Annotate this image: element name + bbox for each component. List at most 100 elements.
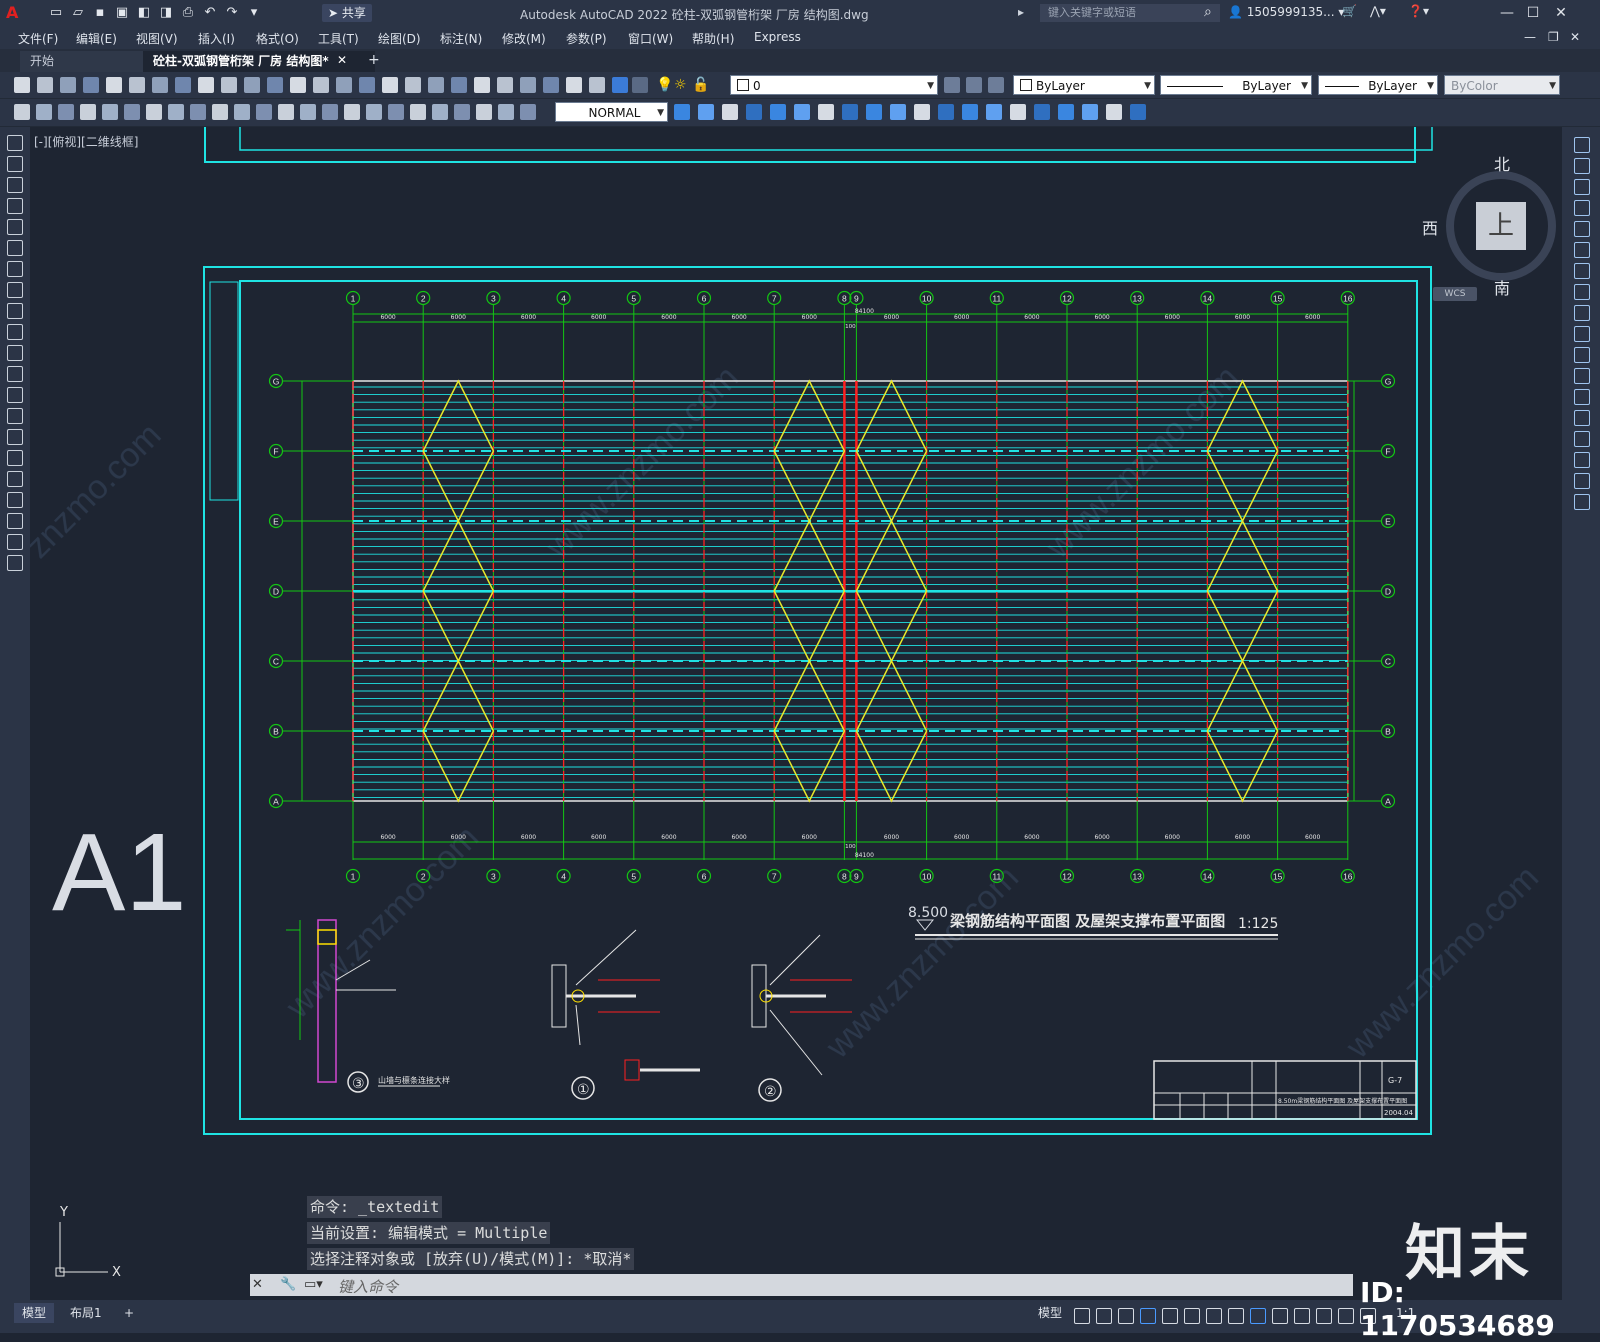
- publish-icon[interactable]: ◧: [136, 5, 152, 21]
- menu-insert[interactable]: 插入(I): [198, 30, 235, 47]
- dimension-tool-icon[interactable]: [366, 104, 382, 120]
- dimension-tool-icon[interactable]: [344, 104, 360, 120]
- layer-dropdown[interactable]: 0 ▼: [730, 75, 938, 95]
- modify-tool-icon[interactable]: [1010, 104, 1026, 120]
- color-dropdown[interactable]: ByLayer ▼: [1013, 75, 1155, 95]
- standard-tool-icon[interactable]: [37, 77, 53, 93]
- viewcube[interactable]: 上 北 南 西 东: [1422, 151, 1562, 301]
- previous-layer-icon[interactable]: [988, 77, 1004, 93]
- standard-tool-icon[interactable]: [244, 77, 260, 93]
- dimension-tool-icon[interactable]: [300, 104, 316, 120]
- status-toggle-icon[interactable]: [1228, 1308, 1244, 1324]
- modify-side-tool-icon[interactable]: [1574, 389, 1590, 405]
- help-icon[interactable]: ❓▾: [1408, 4, 1429, 18]
- modify-side-tool-icon[interactable]: [1574, 410, 1590, 426]
- modify-tool-icon[interactable]: [674, 104, 690, 120]
- dimension-tool-icon[interactable]: [58, 104, 74, 120]
- status-toggle-icon[interactable]: [1074, 1308, 1090, 1324]
- linetype-dropdown[interactable]: ByLayer ▼: [1160, 75, 1312, 95]
- modify-tool-icon[interactable]: [818, 104, 834, 120]
- doc-close-icon[interactable]: ✕: [1570, 30, 1580, 44]
- dimension-tool-icon[interactable]: [410, 104, 426, 120]
- standard-tool-icon[interactable]: [336, 77, 352, 93]
- command-close-icon[interactable]: ✕: [252, 1277, 263, 1292]
- add-layout-icon[interactable]: +: [116, 1303, 142, 1323]
- modify-tool-icon[interactable]: [794, 104, 810, 120]
- dimension-tool-icon[interactable]: [388, 104, 404, 120]
- command-recent-icon[interactable]: ▭▾: [304, 1277, 323, 1292]
- menu-express[interactable]: Express: [754, 30, 801, 44]
- minimize-icon[interactable]: —: [1496, 3, 1518, 23]
- model-space-toggle[interactable]: 模型: [1030, 1303, 1070, 1323]
- modify-tool-icon[interactable]: [962, 104, 978, 120]
- modify-side-tool-icon[interactable]: [1574, 452, 1590, 468]
- standard-tool-icon[interactable]: [198, 77, 214, 93]
- share-button[interactable]: ➤ 共享: [322, 4, 372, 22]
- draw-tool-icon[interactable]: [7, 408, 23, 424]
- modify-side-tool-icon[interactable]: [1574, 431, 1590, 447]
- layer-thaw-sun-icon[interactable]: ☼: [674, 77, 690, 93]
- standard-tool-icon[interactable]: [566, 77, 582, 93]
- modify-tool-icon[interactable]: [1082, 104, 1098, 120]
- modify-side-tool-icon[interactable]: [1574, 368, 1590, 384]
- dimension-tool-icon[interactable]: [520, 104, 536, 120]
- maximize-icon[interactable]: ☐: [1522, 3, 1544, 23]
- standard-tool-icon[interactable]: [543, 77, 559, 93]
- dimension-tool-icon[interactable]: [432, 104, 448, 120]
- print-icon[interactable]: ⎙: [180, 5, 196, 21]
- status-toggle-icon[interactable]: [1250, 1308, 1266, 1324]
- modify-tool-icon[interactable]: [698, 104, 714, 120]
- standard-tool-icon[interactable]: [382, 77, 398, 93]
- modify-tool-icon[interactable]: [914, 104, 930, 120]
- menu-window[interactable]: 窗口(W): [628, 30, 673, 47]
- modify-side-tool-icon[interactable]: [1574, 137, 1590, 153]
- modify-tool-icon[interactable]: [842, 104, 858, 120]
- menu-dimension[interactable]: 标注(N): [440, 30, 482, 47]
- status-toggle-icon[interactable]: [1316, 1308, 1332, 1324]
- draw-tool-icon[interactable]: [7, 303, 23, 319]
- standard-tool-icon[interactable]: [14, 77, 30, 93]
- standard-tool-icon[interactable]: [589, 77, 605, 93]
- draw-tool-icon[interactable]: [7, 135, 23, 151]
- dimension-tool-icon[interactable]: [102, 104, 118, 120]
- standard-tool-icon[interactable]: [83, 77, 99, 93]
- save-as-icon[interactable]: ▣: [114, 5, 130, 21]
- user-account[interactable]: 👤 1505999135... ▾: [1228, 5, 1344, 19]
- modify-side-tool-icon[interactable]: [1574, 158, 1590, 174]
- status-toggle-icon[interactable]: [1272, 1308, 1288, 1324]
- draw-tool-icon[interactable]: [7, 534, 23, 550]
- draw-tool-icon[interactable]: [7, 429, 23, 445]
- standard-tool-icon[interactable]: [267, 77, 283, 93]
- export-icon[interactable]: ◨: [158, 5, 174, 21]
- modify-side-tool-icon[interactable]: [1574, 200, 1590, 216]
- modify-tool-icon[interactable]: [986, 104, 1002, 120]
- draw-tool-icon[interactable]: [7, 471, 23, 487]
- modify-side-tool-icon[interactable]: [1574, 284, 1590, 300]
- tab-model[interactable]: 模型: [14, 1303, 55, 1323]
- wcs-menu[interactable]: WCS: [1433, 287, 1477, 301]
- draw-tool-icon[interactable]: [7, 261, 23, 277]
- standard-tool-icon[interactable]: [451, 77, 467, 93]
- autodesk-a360-icon[interactable]: ⋀▾: [1370, 4, 1386, 18]
- layer-lock-icon[interactable]: 🔓: [692, 77, 709, 93]
- draw-tool-icon[interactable]: [7, 240, 23, 256]
- dimension-tool-icon[interactable]: [124, 104, 140, 120]
- draw-tool-icon[interactable]: [7, 324, 23, 340]
- modify-tool-icon[interactable]: [1058, 104, 1074, 120]
- layer-properties-icon[interactable]: [632, 77, 648, 93]
- customize-qat-icon[interactable]: ▾: [246, 5, 262, 21]
- modify-tool-icon[interactable]: [746, 104, 762, 120]
- modify-tool-icon[interactable]: [866, 104, 882, 120]
- dimension-tool-icon[interactable]: [14, 104, 30, 120]
- standard-tool-icon[interactable]: [129, 77, 145, 93]
- modify-tool-icon[interactable]: [938, 104, 954, 120]
- autocad-logo-icon[interactable]: A: [6, 3, 26, 23]
- standard-tool-icon[interactable]: [497, 77, 513, 93]
- make-current-layer-icon[interactable]: [944, 77, 960, 93]
- search-expand-icon[interactable]: ▸: [1018, 5, 1024, 19]
- viewcube-top-face[interactable]: 上: [1476, 202, 1526, 250]
- standard-tool-icon[interactable]: [359, 77, 375, 93]
- modify-tool-icon[interactable]: [722, 104, 738, 120]
- menu-format[interactable]: 格式(O): [256, 30, 299, 47]
- dimension-tool-icon[interactable]: [168, 104, 184, 120]
